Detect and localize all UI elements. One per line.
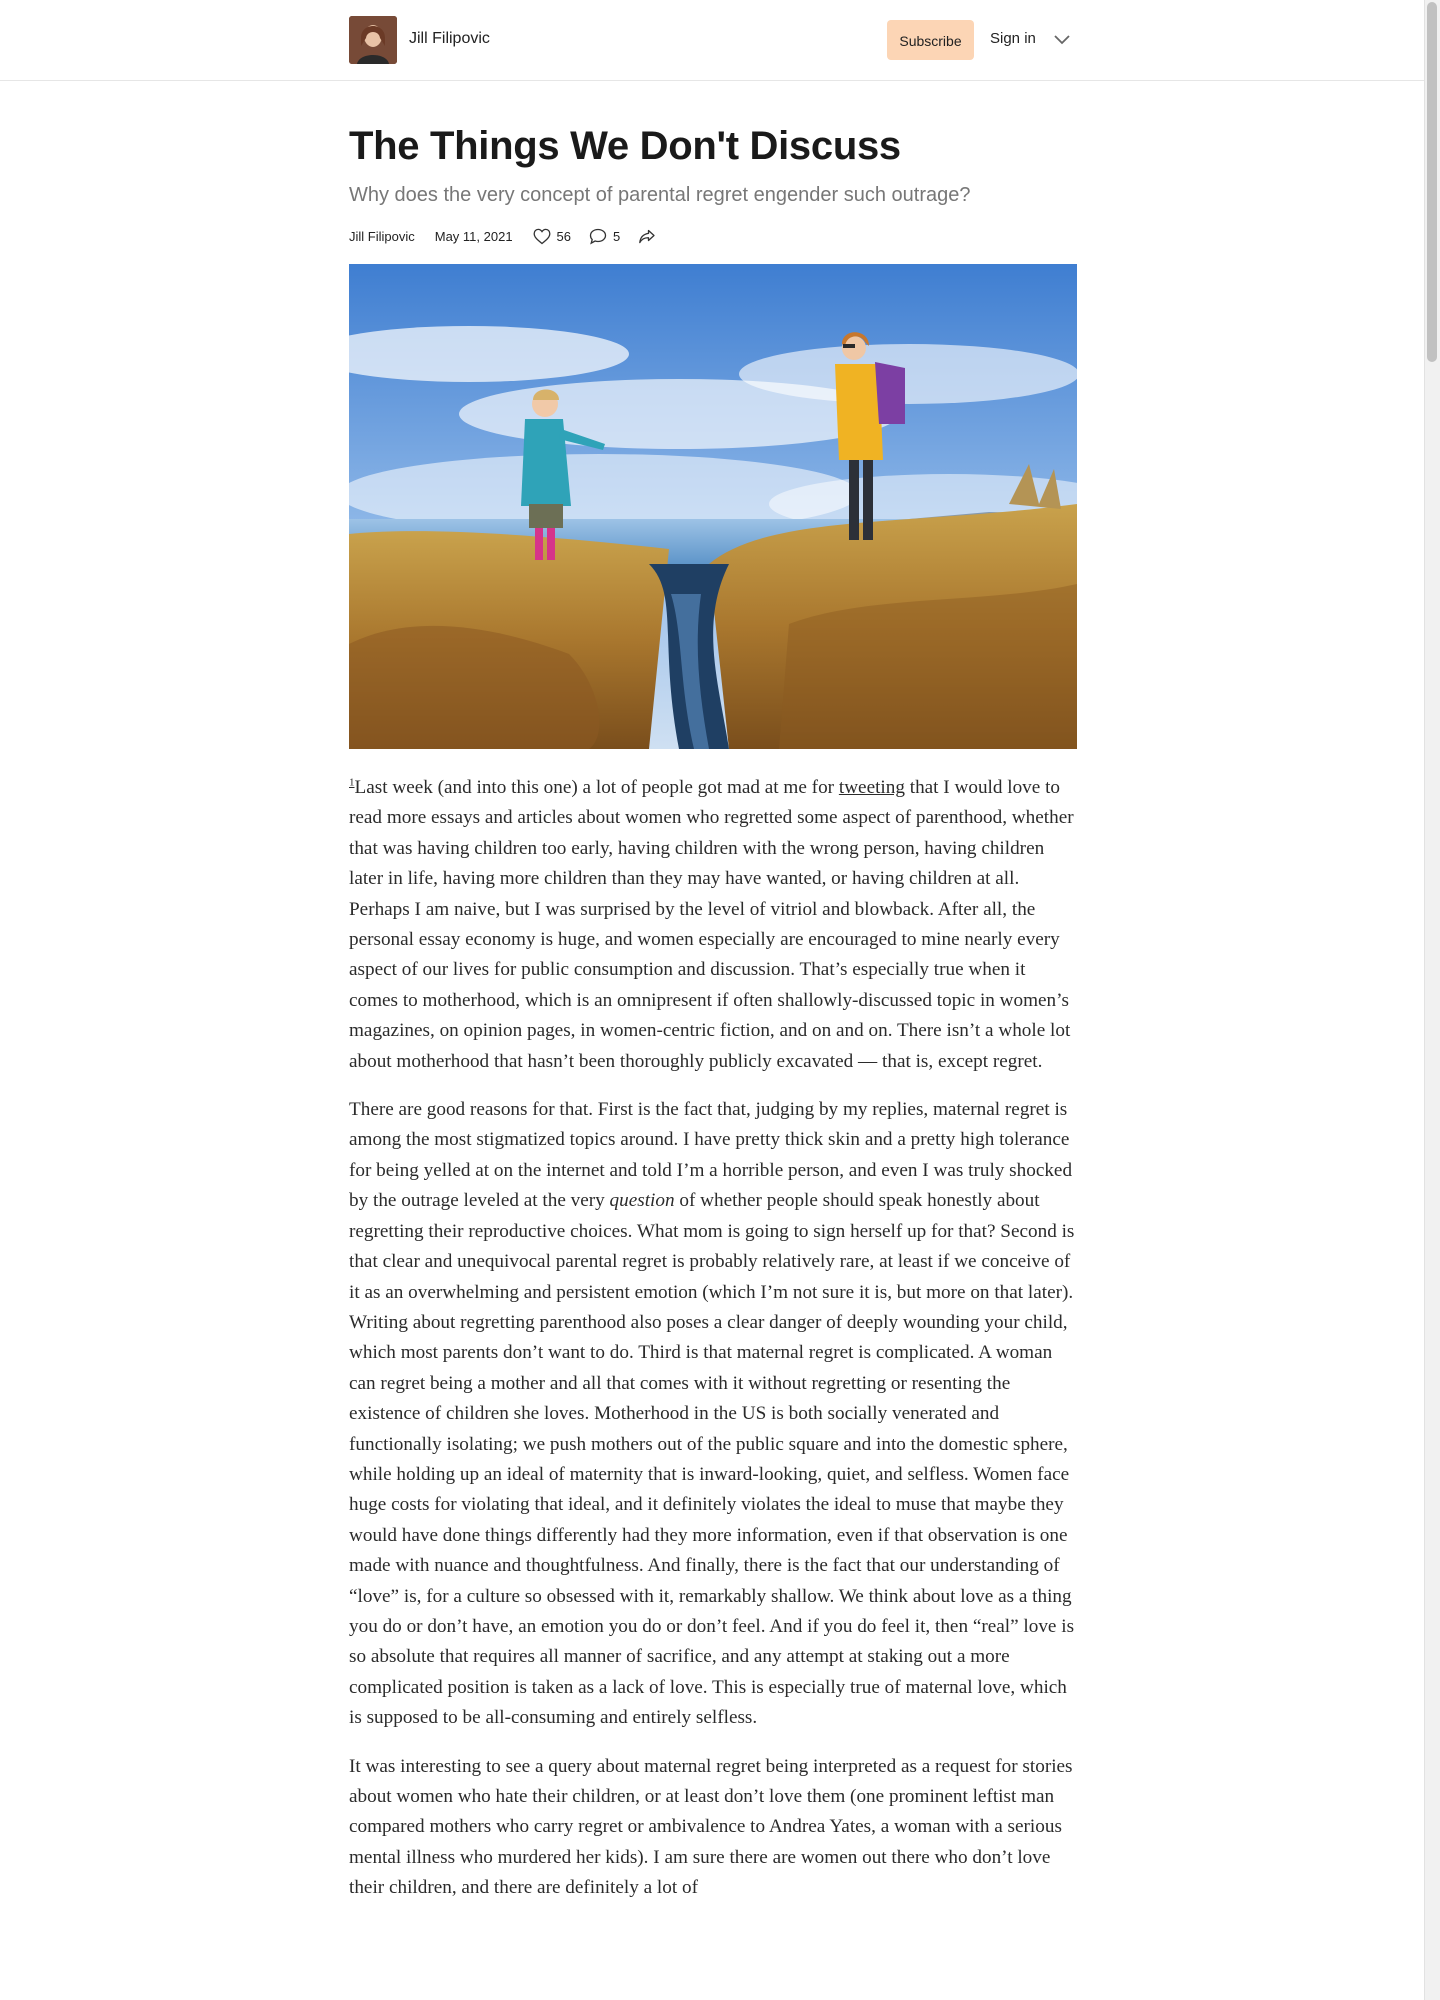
author-link[interactable]: Jill Filipovic bbox=[349, 229, 415, 244]
like-count: 56 bbox=[556, 228, 572, 244]
p2-text-b: of whether people should speak honestly … bbox=[349, 1190, 1075, 1729]
scrollbar-thumb[interactable] bbox=[1427, 2, 1437, 362]
p1-text-b: that I would love to read more essays an… bbox=[349, 777, 1074, 1072]
share-icon bbox=[639, 229, 655, 243]
paragraph-1: 1Last week (and into this one) a lot of … bbox=[349, 773, 1079, 1077]
avatar-image bbox=[349, 16, 397, 64]
p2-emphasis: question bbox=[609, 1190, 675, 1212]
heart-icon bbox=[533, 228, 550, 244]
comment-button[interactable]: 5 bbox=[589, 228, 620, 245]
chevron-down-icon[interactable] bbox=[1052, 32, 1072, 46]
article-subtitle: Why does the very concept of parental re… bbox=[349, 184, 971, 206]
top-bar: Jill Filipovic Subscribe Sign in bbox=[0, 0, 1424, 81]
p1-text-a: Last week (and into this one) a lot of p… bbox=[354, 777, 839, 798]
post-date: May 11, 2021 bbox=[434, 228, 513, 244]
tweeting-link[interactable]: tweeting bbox=[839, 777, 905, 798]
comment-count: 5 bbox=[613, 228, 621, 244]
comment-icon bbox=[589, 228, 607, 245]
publication-avatar[interactable] bbox=[349, 16, 397, 64]
paragraph-3: It was interesting to see a query about … bbox=[349, 1755, 1073, 1899]
hero-image bbox=[349, 264, 1077, 749]
sign-in-link[interactable]: Sign in bbox=[990, 30, 1036, 47]
share-button[interactable] bbox=[638, 228, 662, 245]
article-title: The Things We Don't Discuss bbox=[349, 124, 901, 168]
article-body: 1Last week (and into this one) a lot of … bbox=[349, 773, 1079, 1922]
article-meta: Jill Filipovic May 11, 2021 56 5 bbox=[349, 226, 680, 246]
hero-illustration bbox=[349, 264, 1077, 749]
subscribe-button[interactable]: Subscribe bbox=[887, 20, 974, 60]
like-button[interactable]: 56 bbox=[533, 228, 571, 245]
paragraph-2: There are good reasons for that. First i… bbox=[349, 1095, 1079, 1734]
publication-name[interactable]: Jill Filipovic bbox=[409, 30, 490, 48]
